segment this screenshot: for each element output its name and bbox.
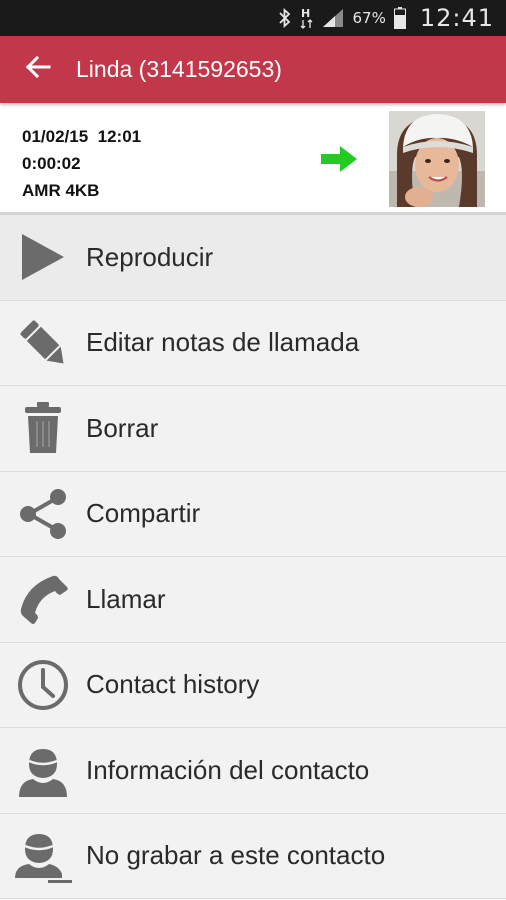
page-title: Linda (3141592653) (76, 56, 282, 82)
contact-ignore-icon (0, 828, 86, 884)
play-icon (0, 232, 86, 282)
menu-item-label: Contact history (86, 669, 260, 700)
pencil-icon (0, 317, 86, 369)
menu-item-contact-history[interactable]: Contact history (0, 643, 506, 728)
recording-meta: 01/02/15 12:01 0:00:02 AMR 4KB (22, 123, 141, 204)
menu-item-label: Borrar (86, 412, 159, 443)
signal-icon (322, 8, 344, 28)
clock-icon (0, 658, 86, 712)
svg-text:H: H (301, 7, 310, 20)
menu-item-label: No grabar a este contacto (86, 840, 386, 871)
menu-item-contact-info[interactable]: Información del contacto (0, 728, 506, 814)
trash-icon (0, 401, 86, 455)
action-menu: Reproducir Editar notas de llamada Borra… (0, 215, 506, 899)
menu-item-share[interactable]: Compartir (0, 472, 506, 557)
outgoing-arrow-icon (320, 145, 358, 178)
app-bar: Linda (3141592653) (0, 36, 506, 103)
menu-item-edit-notes[interactable]: Editar notas de llamada (0, 301, 506, 386)
recording-datetime: 01/02/15 12:01 (22, 127, 142, 146)
menu-item-label: Información del contacto (86, 754, 370, 785)
menu-item-label: Editar notas de llamada (86, 327, 360, 358)
recording-info-panel: 01/02/15 12:01 0:00:02 AMR 4KB (0, 103, 506, 215)
battery-icon (393, 7, 406, 29)
menu-item-play[interactable]: Reproducir (0, 215, 506, 301)
contact-person-icon (0, 743, 86, 798)
arrow-left-icon (25, 55, 51, 83)
menu-item-label: Reproducir (86, 241, 214, 272)
menu-item-call[interactable]: Llamar (0, 557, 506, 643)
status-bar: H 67% 12:41 (0, 0, 506, 36)
menu-item-label: Llamar (86, 583, 166, 614)
clock: 12:41 (419, 4, 494, 32)
menu-item-label: Compartir (86, 498, 201, 529)
back-button[interactable] (0, 55, 76, 83)
menu-item-do-not-record[interactable]: No grabar a este contacto (0, 814, 506, 899)
bluetooth-icon (278, 8, 292, 28)
phone-icon (0, 573, 86, 625)
recording-duration: 0:00:02 (22, 154, 81, 173)
data-transfer-icon: H (300, 7, 314, 29)
share-icon (0, 488, 86, 540)
menu-item-delete[interactable]: Borrar (0, 386, 506, 472)
battery-percent: 67% (352, 9, 386, 27)
contact-photo[interactable] (389, 111, 485, 207)
recording-format: AMR 4KB (22, 181, 100, 200)
